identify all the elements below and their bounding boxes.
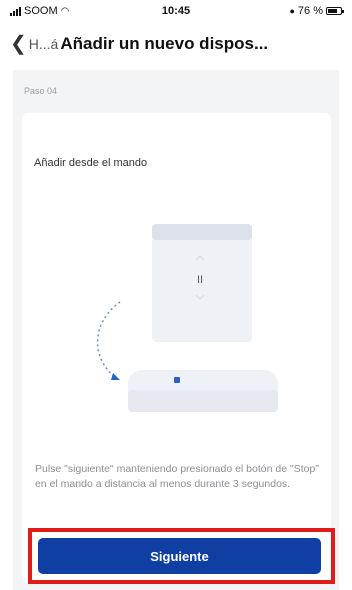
- battery-fill: [328, 9, 337, 13]
- nav-bar: ❮ H...á Añadir un nuevo dispos...: [0, 26, 352, 62]
- arrow-head-icon: [111, 373, 120, 380]
- step-label: Paso 04: [24, 86, 58, 96]
- alarm-icon: ●: [289, 6, 295, 16]
- remote-control-icon: II: [152, 224, 252, 342]
- curved-arrow-icon: [96, 301, 121, 378]
- back-button-label[interactable]: H...á: [29, 36, 59, 52]
- next-button[interactable]: Siguiente: [38, 538, 321, 574]
- back-chevron-icon[interactable]: ❮: [10, 34, 27, 54]
- battery-icon: [326, 7, 344, 15]
- hub-device-icon: [128, 370, 278, 412]
- instruction-text: Pulse "siguiente" manteniendo presionado…: [35, 463, 320, 490]
- page-title: Añadir un nuevo dispos...: [60, 34, 269, 53]
- card-title: Añadir desde el mando: [34, 157, 148, 169]
- stop-symbol: II: [197, 274, 203, 286]
- battery-percent: 76 %: [297, 5, 323, 17]
- status-right: ● 76 %: [289, 5, 344, 17]
- pairing-illustration: II: [96, 224, 278, 412]
- status-bar: SOOM ◠ 10:45 ● 76 %: [0, 0, 352, 22]
